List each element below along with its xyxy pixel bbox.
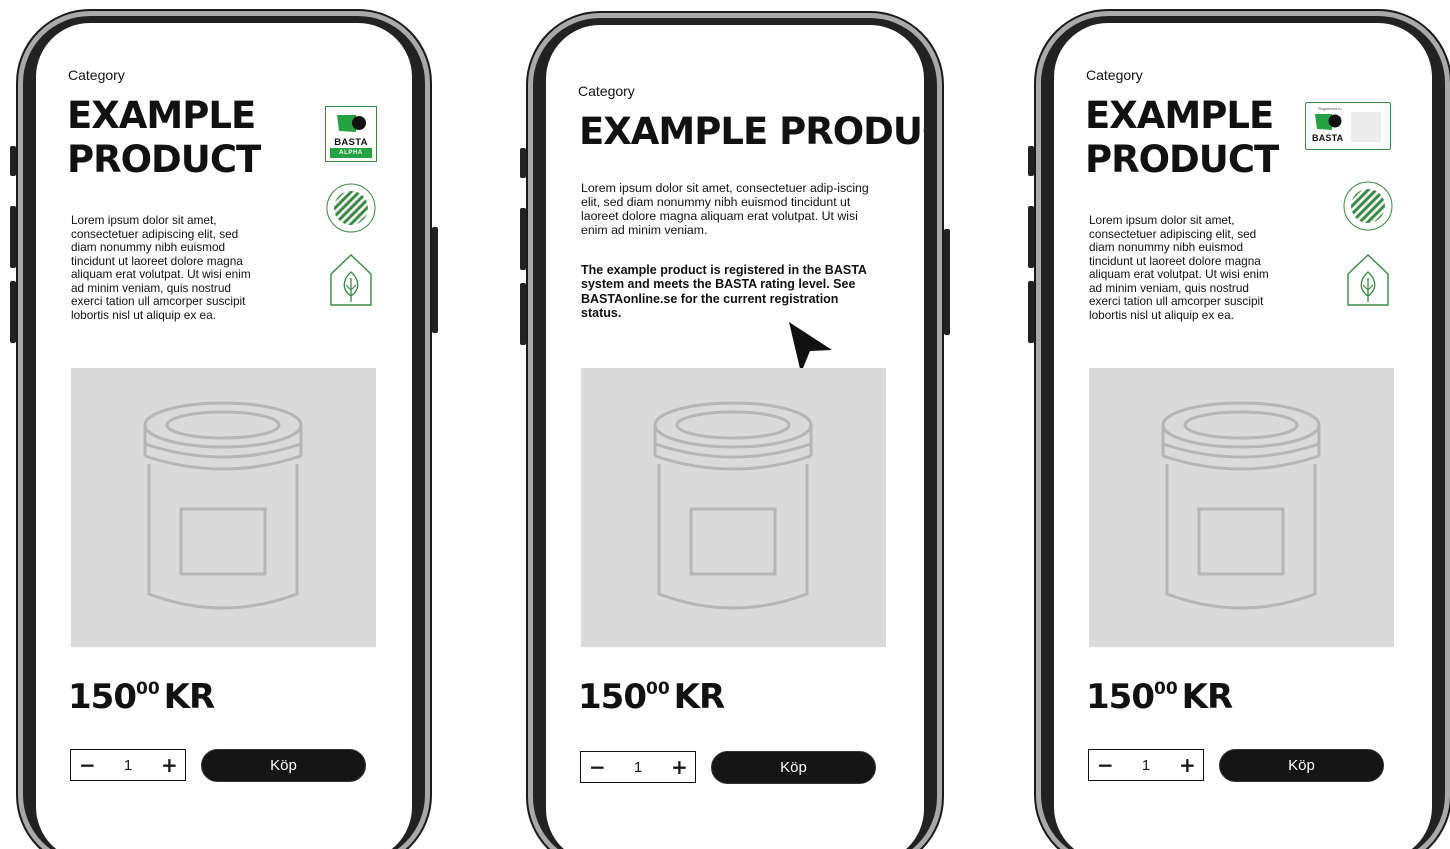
basta-registration-note: The example product is registered in the… [581, 263, 867, 321]
product-description: Lorem ipsum dolor sit amet, consectetuer… [71, 213, 251, 322]
jar-icon [143, 401, 303, 610]
buy-button[interactable]: Köp [711, 751, 876, 784]
quantity-value[interactable]: 1 [1142, 757, 1150, 774]
price-main: 150 [68, 677, 137, 717]
basta-logo-icon [1315, 114, 1342, 130]
basta-alpha-label: ALPHA [330, 148, 372, 158]
decrease-button[interactable]: − [79, 755, 96, 775]
decrease-button[interactable]: − [589, 757, 606, 777]
basta-wordmark: BASTA [1312, 133, 1344, 143]
registration-qr-placeholder [1351, 112, 1381, 142]
phone-screen: Category EXAMPLE PRODUCT Lorem ipsum dol… [36, 23, 412, 849]
buy-button[interactable]: Köp [1219, 749, 1384, 782]
price-cents: 00 [645, 679, 670, 699]
price-main: 150 [1086, 677, 1155, 717]
product-price: 15000 KR [68, 677, 216, 717]
product-image [71, 368, 376, 647]
product-description: Lorem ipsum dolor sit amet, consectetuer… [581, 181, 869, 238]
price-main: 150 [578, 677, 647, 717]
jar-icon [1161, 401, 1321, 610]
leaf-house-icon[interactable] [1345, 252, 1391, 308]
basta-logo-icon [337, 115, 366, 132]
jar-icon [653, 401, 813, 610]
basta-wordmark: BASTA [334, 137, 368, 148]
swan-ecolabel-icon[interactable] [325, 182, 377, 234]
cursor-arrow-icon [789, 322, 832, 373]
increase-button[interactable]: + [671, 757, 688, 777]
phone-mockup-3: Category EXAMPLE PRODUCT Lorem ipsum dol… [1028, 9, 1450, 849]
quantity-stepper: − 1 + [580, 751, 696, 783]
phone-mockup-1: Category EXAMPLE PRODUCT Lorem ipsum dol… [10, 9, 438, 849]
product-image [1089, 368, 1394, 647]
price-currency: KR [163, 677, 216, 717]
phone-mockup-2: Category EXAMPLE PRODUCT Lorem ipsum dol… [520, 11, 950, 849]
product-title-line-1: EXAMPLE [1085, 94, 1274, 137]
product-description: Lorem ipsum dolor sit amet, consectetuer… [1089, 213, 1269, 322]
price-currency: KR [673, 677, 726, 717]
phone-screen: Category EXAMPLE PRODUCT Lorem ipsum dol… [1054, 23, 1432, 849]
product-title: EXAMPLE PRODUCT [1085, 94, 1279, 183]
product-category[interactable]: Category [1086, 67, 1143, 83]
decrease-button[interactable]: − [1097, 755, 1114, 775]
power-button [944, 229, 950, 335]
product-price: 15000 KR [1086, 677, 1234, 717]
leaf-house-icon[interactable] [328, 252, 374, 308]
quantity-stepper: − 1 + [70, 749, 186, 781]
quantity-value[interactable]: 1 [634, 759, 642, 776]
product-image [581, 368, 886, 647]
price-cents: 00 [135, 679, 160, 699]
product-category[interactable]: Category [68, 67, 125, 83]
product-title-line-2: PRODUCT [1085, 138, 1279, 182]
basta-alpha-badge[interactable]: BASTA ALPHA [325, 106, 377, 162]
product-title-line-2: PRODUCT [67, 138, 261, 182]
swan-ecolabel-icon[interactable] [1342, 180, 1394, 232]
buy-button[interactable]: Köp [201, 749, 366, 782]
price-currency: KR [1181, 677, 1234, 717]
quantity-value[interactable]: 1 [124, 757, 132, 774]
product-title: EXAMPLE PRODUCT [67, 94, 261, 183]
basta-registered-badge[interactable]: Registered in BASTA [1305, 102, 1391, 150]
product-price: 15000 KR [578, 677, 726, 717]
product-title-line-1: EXAMPLE [67, 94, 256, 137]
price-cents: 00 [1153, 679, 1178, 699]
increase-button[interactable]: + [1179, 755, 1196, 775]
increase-button[interactable]: + [161, 755, 178, 775]
power-button [432, 227, 438, 333]
product-category[interactable]: Category [578, 83, 635, 99]
quantity-stepper: − 1 + [1088, 749, 1204, 781]
phone-screen: Category EXAMPLE PRODUCT Lorem ipsum dol… [546, 25, 924, 849]
product-title: EXAMPLE PRODUCT [579, 110, 924, 153]
